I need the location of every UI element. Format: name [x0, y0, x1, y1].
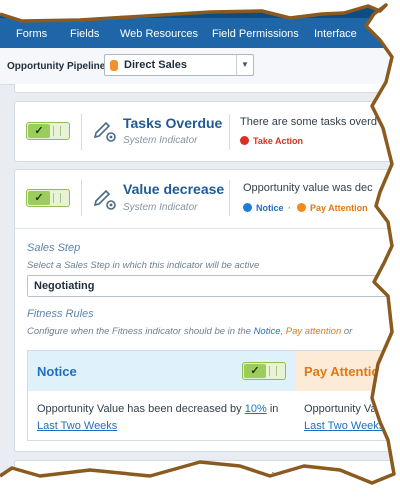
rule-notice-text-end: in: [269, 403, 279, 415]
rule-notice-percent-link[interactable]: 10%: [245, 403, 267, 415]
status-dot-attention: [297, 203, 306, 212]
rule-notice-condition: Opportunity Value has been decreased by …: [37, 403, 278, 415]
sales-step-input[interactable]: Negotiating: [27, 275, 400, 297]
fitness-help-notice: Notice: [253, 326, 281, 337]
tab-forms[interactable]: Forms: [16, 28, 47, 40]
indicator-toggle[interactable]: ✓: [26, 189, 70, 207]
fitness-help-attention: Pay attention: [285, 326, 342, 337]
fitness-help-comma: ,: [280, 326, 284, 337]
status-badge-attention: Pay Attention: [310, 203, 368, 213]
tab-fields[interactable]: Fields: [70, 28, 99, 40]
rule-attention-text: Opportunity Va: [304, 403, 377, 415]
tab-web-resources[interactable]: Web Resources: [120, 28, 198, 40]
indicator-description: There is less than a: [240, 471, 336, 483]
rule-notice: Notice ✓ Opportunity Value has been decr…: [27, 350, 297, 441]
sales-step-help: Select a Sales Step in which this indica…: [27, 260, 260, 271]
tab-field-permissions[interactable]: Field Permissions: [212, 28, 299, 40]
indicator-card-value-decrease: ✓ Value decrease System Indicator Opport…: [14, 169, 400, 452]
fitness-rules-label: Fitness Rules: [27, 308, 94, 320]
indicator-subtitle: System Indicator: [123, 135, 198, 146]
indicator-card-tasks-overdue: ✓ Tasks Overdue System Indicator There a…: [14, 101, 400, 162]
tab-interface[interactable]: Interface: [314, 28, 357, 40]
edit-settings-icon[interactable]: [93, 186, 119, 212]
toggle-grip: [53, 126, 61, 136]
chevron-down-icon[interactable]: ▼: [236, 55, 253, 75]
pipeline-select[interactable]: Direct Sales ▼: [104, 54, 254, 76]
status-dot-notice: [243, 203, 252, 212]
rule-attention-header: Pay Attention: [295, 351, 400, 391]
rule-notice-period-link[interactable]: Last Two Weeks: [37, 420, 117, 432]
fitness-help-prefix: Configure when the Fitness indicator sho…: [27, 326, 251, 337]
indicator-title: l Outreach: [173, 471, 243, 487]
badge-separator: ·: [288, 203, 291, 213]
divider: [229, 180, 230, 216]
rule-notice-toggle[interactable]: ✓: [242, 362, 286, 380]
tab-bar: Forms Fields Web Resources Field Permiss…: [0, 18, 400, 48]
pipeline-bar: Opportunity Pipeline: Direct Sales ▼: [0, 48, 400, 85]
status-dot: [240, 136, 249, 145]
sales-step-label: Sales Step: [27, 242, 81, 254]
pipeline-select-value: Direct Sales: [124, 59, 187, 71]
rule-notice-header: Notice ✓: [28, 351, 296, 391]
toggle-grip: [269, 366, 277, 376]
divider: [229, 114, 230, 150]
rule-notice-title: Notice: [37, 364, 77, 379]
rule-attention-period-link[interactable]: Last Two Weeks: [304, 420, 384, 432]
indicator-title: Value decrease: [123, 181, 225, 197]
check-icon: ✓: [244, 364, 266, 378]
crm-settings-page: Forms Fields Web Resources Field Permiss…: [0, 0, 400, 500]
rule-notice-text: Opportunity Value has been decreased by: [37, 403, 242, 415]
card-divider: [15, 228, 400, 229]
app-header: [0, 0, 400, 18]
indicator-subtitle: System Indicator: [123, 202, 198, 213]
previous-card: [14, 84, 400, 93]
indicator-description: Opportunity value was dec: [243, 182, 373, 194]
fitness-help-suffix: or: [343, 326, 353, 337]
pipeline-color-dot: [110, 60, 118, 71]
fitness-rules-help: Configure when the Fitness indicator sho…: [27, 326, 352, 337]
sales-step-value: Negotiating: [34, 280, 95, 292]
check-icon: ✓: [28, 124, 50, 138]
rule-attention-title: Pay Attention: [304, 364, 388, 379]
tab-more[interactable]: Fi: [378, 28, 387, 40]
status-badge: Take Action: [253, 136, 304, 146]
divider: [81, 180, 82, 216]
divider: [81, 114, 82, 150]
edit-settings-icon[interactable]: [93, 118, 119, 144]
pipeline-label: Opportunity Pipeline:: [7, 61, 109, 72]
indicator-card-outreach: l Outreach There is less than a: [14, 460, 400, 500]
indicator-description: There are some tasks overd: [240, 116, 377, 128]
status-badge-notice: Notice: [256, 203, 284, 213]
indicator-toggle[interactable]: ✓: [26, 122, 70, 140]
rule-attention: Pay Attention Opportunity Va Last Two We…: [295, 350, 400, 441]
toggle-grip: [53, 193, 61, 203]
indicator-title: Tasks Overdue: [123, 115, 223, 131]
check-icon: ✓: [28, 191, 50, 205]
